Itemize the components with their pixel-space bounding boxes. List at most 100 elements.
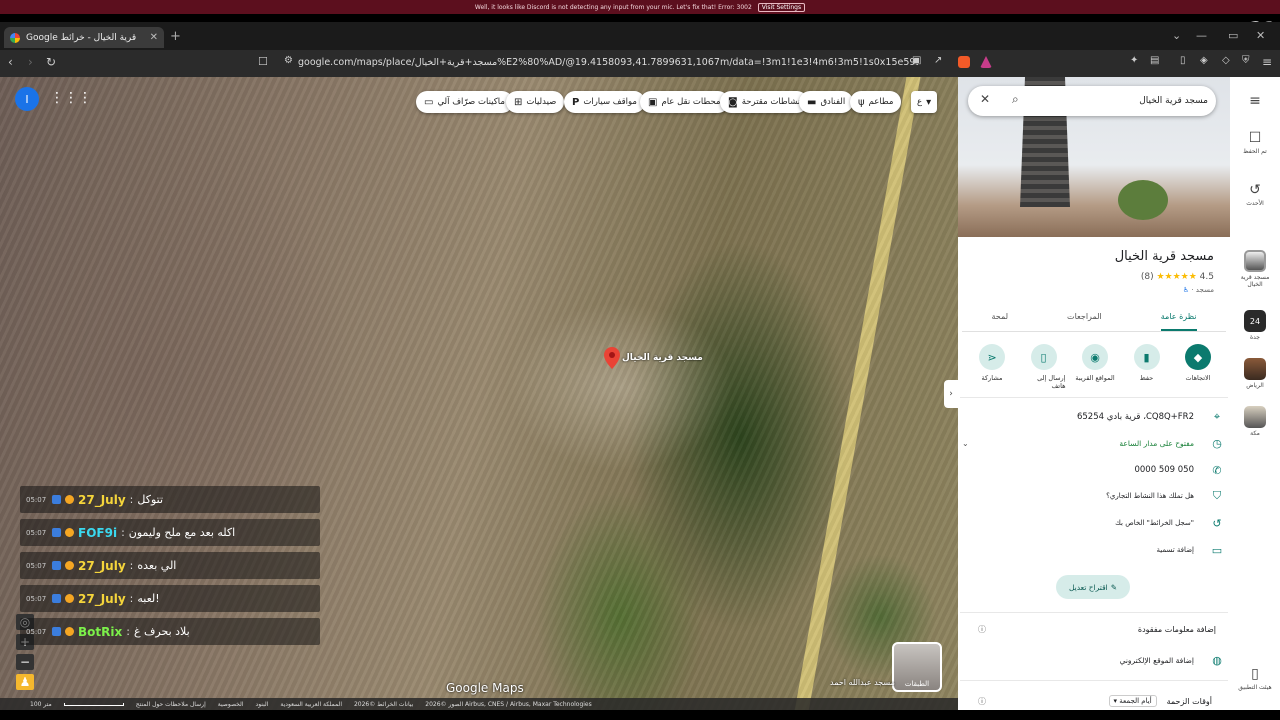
chat-message: 05:07 BotRix: بلاد بحرف غ — [20, 618, 320, 645]
layers-button[interactable]: الطبقات — [892, 642, 942, 692]
parking-icon: P — [572, 96, 580, 108]
wallet-icon[interactable]: ▤ — [1150, 55, 1159, 66]
tab-about[interactable]: لمحة — [992, 306, 1009, 331]
divider — [960, 680, 1228, 681]
chip-restaurants[interactable]: ψ مطاعم — [850, 91, 902, 113]
pharmacy-icon: ⊞ — [514, 96, 523, 108]
location-pin-icon[interactable] — [604, 347, 620, 373]
recent-history-icon: ↺ — [1249, 182, 1261, 198]
share-button[interactable]: ⋖ مشاركة — [970, 344, 1014, 390]
nearby-button[interactable]: ◉ المواقع القريبة — [1073, 344, 1117, 390]
address-row[interactable]: CQ8Q+FR2، قرية بادي 65254 ⌖ — [962, 406, 1226, 428]
add-website-row[interactable]: إضافة الموقع الإلكتروني ◍ — [962, 649, 1226, 671]
terms-link[interactable]: البنود — [256, 701, 269, 708]
zoom-out-button[interactable]: − — [16, 654, 34, 670]
location-marker-icon: ⌖ — [1213, 410, 1221, 423]
forward-icon[interactable]: › — [28, 55, 33, 69]
add-missing-info-row[interactable]: ⓘ إضافة معلومات مفقودة — [962, 618, 1226, 640]
close-window-icon[interactable]: ✕ — [1256, 29, 1265, 42]
tab-list-icon[interactable]: ⌄ — [1172, 29, 1181, 42]
claim-business-row[interactable]: هل تملك هذا النشاط التجاري؟ ⛉ — [962, 485, 1226, 507]
busy-info-icon[interactable]: ⓘ — [978, 696, 986, 707]
shield-icon[interactable]: ⛨ — [1242, 55, 1250, 66]
atm-icon: ▭ — [424, 96, 434, 108]
tab-reviews[interactable]: المراجعات — [1067, 306, 1102, 331]
verified-shield-icon: ⛉ — [1212, 489, 1222, 502]
maximize-icon[interactable]: ▭ — [1228, 29, 1238, 42]
account-avatar[interactable]: I — [15, 87, 39, 111]
rail-recent-item-3[interactable]: الرياض — [1230, 358, 1280, 389]
chat-separator: : — [126, 625, 130, 638]
add-label-row[interactable]: إضافة تسمية ▭ — [962, 539, 1226, 561]
feedback-link[interactable]: إرسال ملاحظات حول المنتج — [136, 701, 206, 708]
hours-row[interactable]: ⌄ مفتوح على مدار الساعة ◷ — [962, 432, 1226, 454]
chip-hotels[interactable]: ▬ الفنادق — [799, 91, 854, 113]
visit-settings-button[interactable]: Visit Settings — [757, 2, 806, 12]
rail-recent-item-1[interactable]: مسجد قرية الخيال — [1230, 250, 1280, 288]
save-button[interactable]: ▮ حفظ — [1125, 344, 1169, 390]
wheelchair-icon: ♿ — [1182, 286, 1190, 294]
privacy-link[interactable]: الخصوصية — [218, 701, 244, 708]
chip-pharmacy[interactable]: ⊞ صيدليات — [506, 91, 565, 113]
apps-grid-icon[interactable]: ⋮⋮⋮ — [50, 90, 92, 106]
rating-row[interactable]: 4.5 ★★★★★ (8) — [1000, 272, 1214, 282]
chip-transit[interactable]: ▣ محطات نقل عام — [640, 91, 729, 113]
site-info-icon[interactable]: ⚙ — [284, 55, 293, 66]
rating-value: 4.5 — [1199, 272, 1214, 282]
busy-times-row: ⓘ أيام الجمعة ▾ أوقات الزحمة — [978, 695, 1212, 707]
new-tab-icon[interactable]: + — [170, 29, 181, 44]
suggest-edit-button[interactable]: اقتراح تعديل ✎ — [1056, 575, 1130, 599]
back-icon[interactable]: ‹ — [8, 55, 13, 69]
extensions-icon[interactable]: ✦ — [1130, 55, 1138, 66]
rail-recent[interactable]: ↺ الأحدث — [1230, 182, 1280, 207]
tab-overview[interactable]: نظرة عامة — [1160, 306, 1197, 331]
collapse-panel-button[interactable]: › — [944, 380, 958, 408]
address-bar[interactable]: google.com/maps/place/مسجد+قرية+الخيال%E… — [298, 53, 918, 73]
chip-atm[interactable]: ▭ ماكينات صرّاف آلي — [416, 91, 513, 113]
leo-icon[interactable]: ◈ — [1200, 55, 1208, 66]
pegman-icon[interactable]: ♟ — [16, 674, 34, 690]
brave-shield-icon[interactable] — [958, 56, 970, 68]
rail-recent-item-4[interactable]: مكة — [1230, 406, 1280, 437]
chip-parking[interactable]: P مواقف سيارات — [564, 91, 645, 113]
chip-things-to-do[interactable]: ◙ نشاطات مقترحة — [720, 91, 809, 113]
rail-recent-item-2[interactable]: 24 جدة — [1230, 310, 1280, 341]
bookmark-icon[interactable]: ☐ — [258, 55, 268, 68]
reload-icon[interactable]: ↻ — [46, 55, 56, 69]
maps-history-row[interactable]: "سجل الخرائط" الخاص بك ↺ — [962, 512, 1226, 534]
rail-saved[interactable]: ☐ تم الحفظ — [1230, 130, 1280, 155]
expand-hours-icon[interactable]: ⌄ — [962, 439, 969, 448]
search-icon[interactable]: ⌕ — [1012, 92, 1019, 107]
menu-icon[interactable]: ≡ — [1262, 55, 1272, 69]
country-label: المملكة العربية السعودية — [280, 700, 342, 708]
phone-row[interactable]: 050 509 0000 ✆ — [962, 459, 1226, 481]
chip-more[interactable]: ع ▾ — [911, 91, 938, 113]
sidebar-icon[interactable]: ▯ — [1180, 55, 1186, 66]
install-icon[interactable]: ▣ — [912, 55, 921, 66]
vpn-icon[interactable]: ◇ — [1222, 55, 1230, 66]
pin-label[interactable]: مسجد قرية الخيال — [622, 353, 703, 363]
chat-text: لعبه! — [137, 592, 160, 605]
scale-label[interactable]: 100 متر — [30, 701, 52, 708]
badge-icon — [52, 495, 61, 504]
clock-icon: ◷ — [1212, 436, 1222, 450]
chat-username: 27_July — [78, 558, 126, 573]
send-to-phone-button[interactable]: ▯ إرسال إلى هاتف — [1022, 344, 1066, 390]
chat-time: 05:07 — [26, 561, 47, 570]
directions-button[interactable]: ◆ الاتجاهات — [1176, 344, 1220, 390]
close-tab-icon[interactable]: ✕ — [150, 32, 158, 43]
share-icon[interactable]: ↗ — [934, 55, 942, 66]
chat-time: 05:07 — [26, 627, 47, 636]
minimize-icon[interactable]: — — [1196, 29, 1207, 42]
busy-day-select[interactable]: أيام الجمعة ▾ — [1108, 695, 1157, 707]
close-search-icon[interactable]: ✕ — [980, 92, 990, 106]
rail-menu-icon[interactable]: ≡ — [1230, 93, 1280, 109]
chat-text: الي بعده — [137, 559, 177, 572]
label-icon: ▭ — [1211, 543, 1223, 557]
nearby-place-label[interactable]: مسجد عبدالله احمد — [830, 678, 895, 687]
browser-tab[interactable]: Google قرية الخيال - خرائط ✕ — [4, 27, 164, 48]
search-input[interactable] — [1028, 91, 1208, 111]
badge-icon — [65, 495, 74, 504]
rail-get-app[interactable]: ▯ هيئت التطبيق — [1230, 666, 1280, 691]
tab-title: Google قرية الخيال - خرائط — [26, 32, 137, 43]
